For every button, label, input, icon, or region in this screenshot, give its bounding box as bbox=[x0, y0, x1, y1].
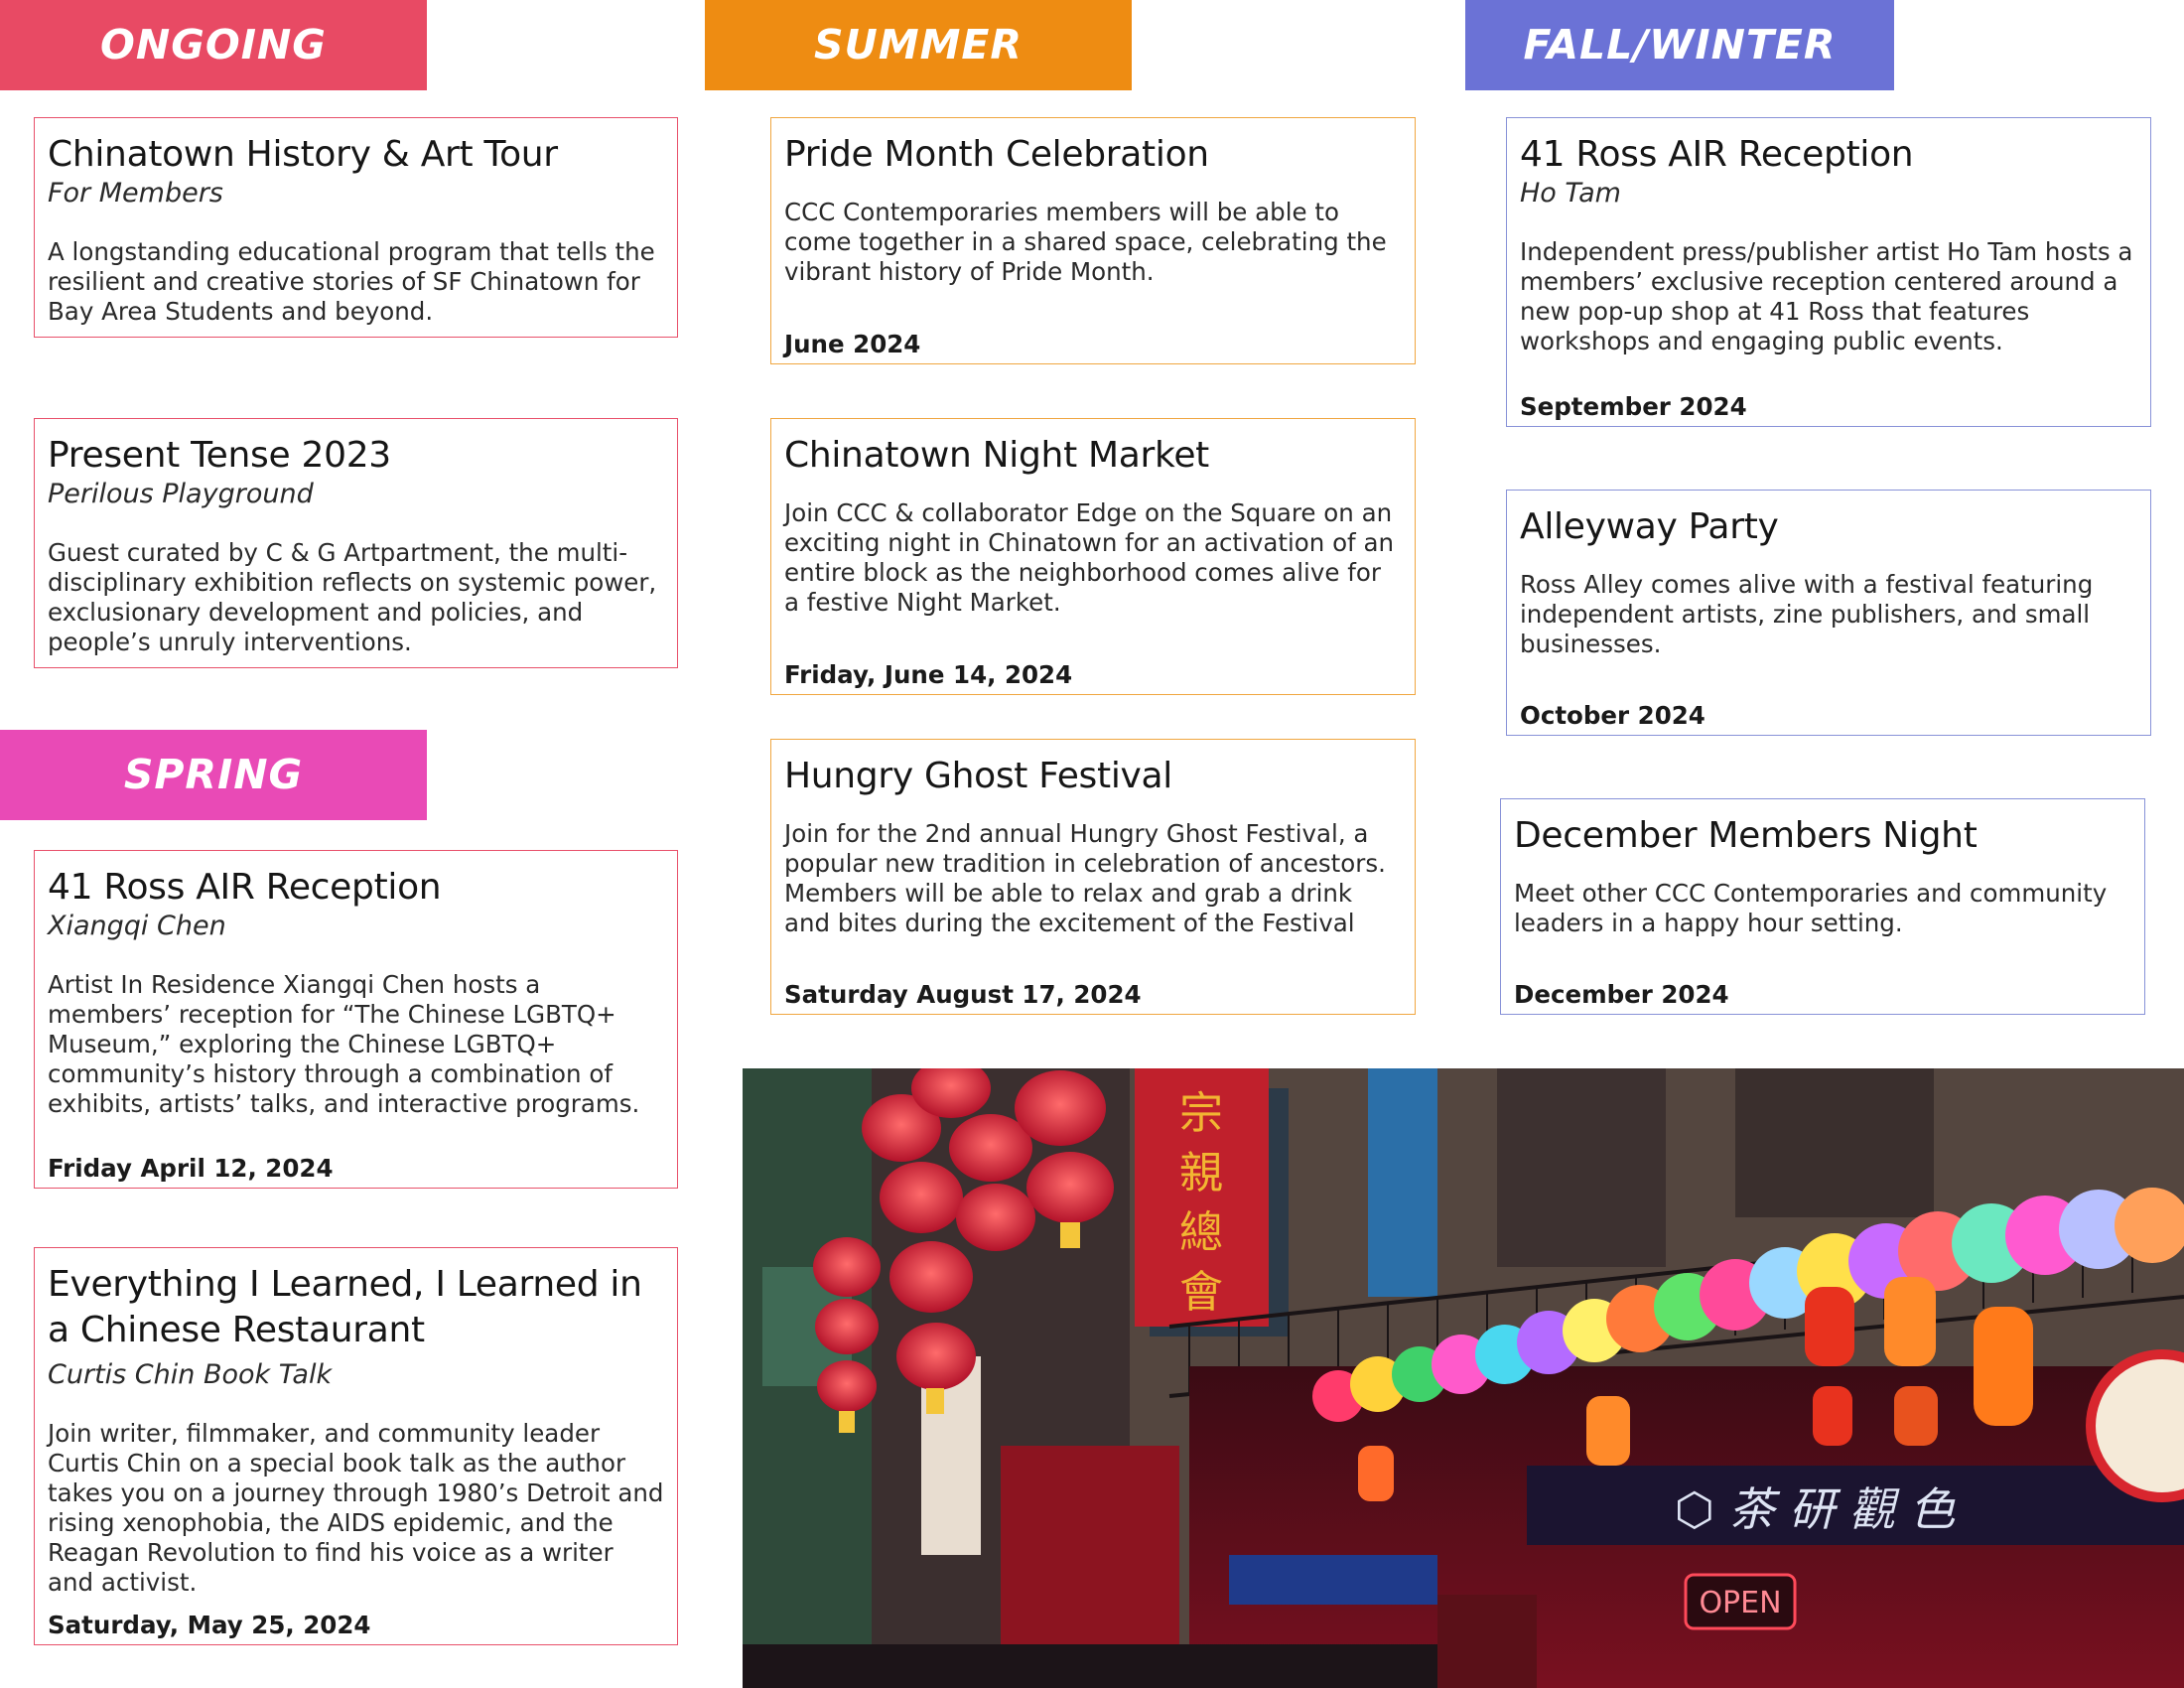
event-date: Saturday August 17, 2024 bbox=[784, 980, 1142, 1009]
svg-text:⬡ 茶 研 觀 色: ⬡ 茶 研 觀 色 bbox=[1675, 1482, 1957, 1536]
event-card-alleyway-party: Alleyway Party Ross Alley comes alive wi… bbox=[1506, 490, 2151, 736]
event-subtitle: Ho Tam bbox=[1520, 178, 1621, 209]
event-description: Guest curated by C & G Artpartment, the … bbox=[48, 538, 657, 656]
event-title: 41 Ross AIR Reception bbox=[1520, 134, 1914, 175]
event-title: Chinatown Night Market bbox=[784, 435, 1209, 476]
event-date: Friday April 12, 2024 bbox=[48, 1154, 334, 1183]
event-card-pride-month: Pride Month Celebration CCC Contemporari… bbox=[770, 117, 1416, 364]
event-card-spring-air-reception: 41 Ross AIR Reception Xiangqi Chen Artis… bbox=[34, 850, 678, 1189]
event-subtitle: For Members bbox=[48, 178, 223, 209]
event-subtitle: Xiangqi Chen bbox=[48, 911, 226, 941]
event-subtitle: Curtis Chin Book Talk bbox=[48, 1359, 333, 1390]
event-card-book-talk: Everything I Learned, I Learned in a Chi… bbox=[34, 1247, 678, 1645]
event-title: Chinatown History & Art Tour bbox=[48, 134, 558, 175]
section-banner-fall-winter: FALL/WINTER bbox=[1465, 0, 1894, 90]
event-description: CCC Contemporaries members will be able … bbox=[784, 198, 1387, 286]
chinatown-lanterns-photo: 宗 親 總 會 ⬡ 茶 研 觀 色 OPEN bbox=[743, 1068, 2184, 1688]
event-title: Everything I Learned, I Learned in a Chi… bbox=[48, 1264, 642, 1350]
event-date: December 2024 bbox=[1514, 980, 1729, 1009]
event-date: October 2024 bbox=[1520, 701, 1706, 730]
event-card-december-night: December Members Night Meet other CCC Co… bbox=[1500, 798, 2145, 1015]
event-description: Join writer, filmmaker, and community le… bbox=[48, 1419, 664, 1597]
event-card-fall-air-reception: 41 Ross AIR Reception Ho Tam Independent… bbox=[1506, 117, 2151, 427]
event-description: Ross Alley comes alive with a festival f… bbox=[1520, 570, 2094, 658]
event-title: Hungry Ghost Festival bbox=[784, 756, 1172, 796]
event-description: Join CCC & collaborator Edge on the Squa… bbox=[784, 498, 1395, 617]
event-title: Pride Month Celebration bbox=[784, 134, 1209, 175]
event-title: 41 Ross AIR Reception bbox=[48, 867, 442, 908]
event-description: Meet other CCC Contemporaries and commun… bbox=[1514, 879, 2108, 937]
event-description: Join for the 2nd annual Hungry Ghost Fes… bbox=[784, 819, 1386, 937]
svg-text:親: 親 bbox=[1179, 1148, 1223, 1198]
event-card-history-tour: Chinatown History & Art Tour For Members… bbox=[34, 117, 678, 338]
event-title: Alleyway Party bbox=[1520, 506, 1779, 547]
event-date: Saturday, May 25, 2024 bbox=[48, 1611, 371, 1639]
svg-text:宗: 宗 bbox=[1179, 1088, 1223, 1139]
svg-text:總: 總 bbox=[1179, 1207, 1223, 1258]
event-description: Independent press/publisher artist Ho Ta… bbox=[1520, 237, 2133, 355]
event-title: December Members Night bbox=[1514, 815, 1978, 856]
event-description: A longstanding educational program that … bbox=[48, 237, 655, 326]
event-date: Friday, June 14, 2024 bbox=[784, 660, 1073, 689]
section-banner-summer: SUMMER bbox=[705, 0, 1132, 90]
event-card-night-market: Chinatown Night Market Join CCC & collab… bbox=[770, 418, 1416, 695]
event-card-hungry-ghost: Hungry Ghost Festival Join for the 2nd a… bbox=[770, 739, 1416, 1015]
event-card-present-tense: Present Tense 2023 Perilous Playground G… bbox=[34, 418, 678, 668]
event-date: June 2024 bbox=[784, 330, 921, 358]
section-banner-ongoing: ONGOING bbox=[0, 0, 427, 90]
event-date: September 2024 bbox=[1520, 392, 1747, 421]
lantern-illustration: 宗 親 總 會 ⬡ 茶 研 觀 色 OPEN bbox=[743, 1068, 2184, 1688]
event-title: Present Tense 2023 bbox=[48, 435, 391, 476]
svg-text:OPEN: OPEN bbox=[1699, 1586, 1781, 1620]
event-description: Artist In Residence Xiangqi Chen hosts a… bbox=[48, 970, 640, 1118]
section-banner-spring: SPRING bbox=[0, 730, 427, 820]
svg-text:會: 會 bbox=[1179, 1267, 1223, 1318]
event-subtitle: Perilous Playground bbox=[48, 479, 314, 509]
